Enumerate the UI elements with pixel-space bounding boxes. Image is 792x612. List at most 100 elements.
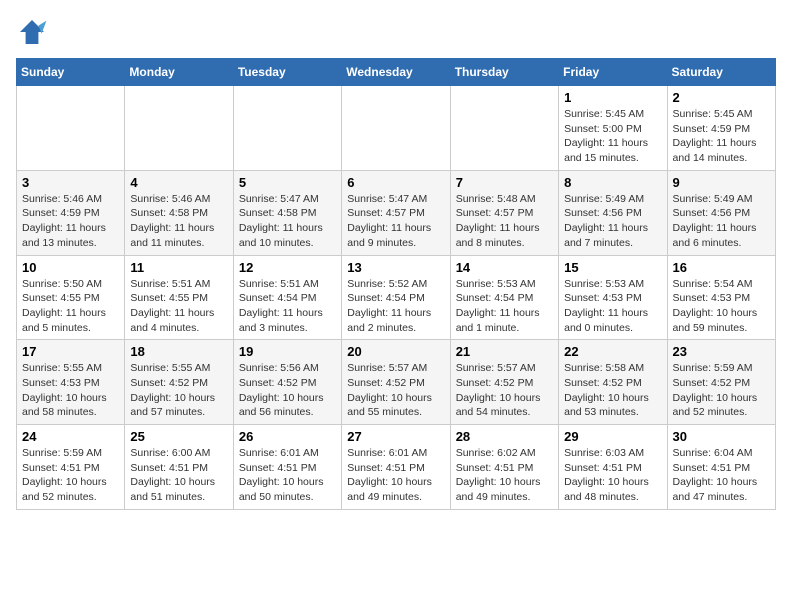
calendar-cell: 12 Sunrise: 5:51 AMSunset: 4:54 PMDayligh…: [233, 255, 341, 340]
day-number: 26: [239, 429, 336, 444]
logo: [16, 16, 52, 48]
day-info: Sunrise: 5:51 AMSunset: 4:54 PMDaylight:…: [239, 277, 336, 336]
day-number: 2: [673, 90, 770, 105]
day-info: Sunrise: 6:03 AMSunset: 4:51 PMDaylight:…: [564, 446, 661, 505]
day-number: 20: [347, 344, 444, 359]
calendar-cell: 14 Sunrise: 5:53 AMSunset: 4:54 PMDayligh…: [450, 255, 558, 340]
calendar-cell: 29 Sunrise: 6:03 AMSunset: 4:51 PMDayligh…: [559, 425, 667, 510]
day-number: 1: [564, 90, 661, 105]
weekday-header: Saturday: [667, 59, 775, 86]
calendar-cell: 19 Sunrise: 5:56 AMSunset: 4:52 PMDayligh…: [233, 340, 341, 425]
day-info: Sunrise: 5:49 AMSunset: 4:56 PMDaylight:…: [673, 192, 770, 251]
calendar-week-row: 24 Sunrise: 5:59 AMSunset: 4:51 PMDayligh…: [17, 425, 776, 510]
day-info: Sunrise: 5:46 AMSunset: 4:58 PMDaylight:…: [130, 192, 227, 251]
calendar-cell: 24 Sunrise: 5:59 AMSunset: 4:51 PMDayligh…: [17, 425, 125, 510]
calendar-cell: 2 Sunrise: 5:45 AMSunset: 4:59 PMDaylight…: [667, 86, 775, 171]
day-number: 6: [347, 175, 444, 190]
day-number: 24: [22, 429, 119, 444]
day-number: 3: [22, 175, 119, 190]
calendar-cell: 4Sunrise: 5:46 AMSunset: 4:58 PMDaylight…: [125, 170, 233, 255]
calendar-cell: 7 Sunrise: 5:48 AMSunset: 4:57 PMDaylight…: [450, 170, 558, 255]
day-info: Sunrise: 5:53 AMSunset: 4:54 PMDaylight:…: [456, 277, 553, 336]
day-number: 30: [673, 429, 770, 444]
calendar-cell: 20Sunrise: 5:57 AMSunset: 4:52 PMDayligh…: [342, 340, 450, 425]
calendar-cell: 17Sunrise: 5:55 AMSunset: 4:53 PMDayligh…: [17, 340, 125, 425]
day-info: Sunrise: 6:01 AMSunset: 4:51 PMDaylight:…: [347, 446, 444, 505]
calendar-week-row: 10 Sunrise: 5:50 AMSunset: 4:55 PMDayligh…: [17, 255, 776, 340]
calendar-cell: 21 Sunrise: 5:57 AMSunset: 4:52 PMDayligh…: [450, 340, 558, 425]
calendar-cell: 26 Sunrise: 6:01 AMSunset: 4:51 PMDayligh…: [233, 425, 341, 510]
day-info: Sunrise: 6:02 AMSunset: 4:51 PMDaylight:…: [456, 446, 553, 505]
day-number: 29: [564, 429, 661, 444]
calendar-cell: [342, 86, 450, 171]
weekday-header: Friday: [559, 59, 667, 86]
day-number: 8: [564, 175, 661, 190]
day-info: Sunrise: 5:47 AMSunset: 4:58 PMDaylight:…: [239, 192, 336, 251]
weekday-header: Monday: [125, 59, 233, 86]
calendar: SundayMondayTuesdayWednesdayThursdayFrid…: [16, 58, 776, 510]
weekday-header: Wednesday: [342, 59, 450, 86]
calendar-week-row: 17Sunrise: 5:55 AMSunset: 4:53 PMDayligh…: [17, 340, 776, 425]
day-info: Sunrise: 5:47 AMSunset: 4:57 PMDaylight:…: [347, 192, 444, 251]
weekday-header-row: SundayMondayTuesdayWednesdayThursdayFrid…: [17, 59, 776, 86]
day-info: Sunrise: 5:48 AMSunset: 4:57 PMDaylight:…: [456, 192, 553, 251]
logo-icon: [16, 16, 48, 48]
day-info: Sunrise: 5:59 AMSunset: 4:52 PMDaylight:…: [673, 361, 770, 420]
calendar-cell: 10 Sunrise: 5:50 AMSunset: 4:55 PMDayligh…: [17, 255, 125, 340]
day-info: Sunrise: 5:53 AMSunset: 4:53 PMDaylight:…: [564, 277, 661, 336]
day-number: 9: [673, 175, 770, 190]
calendar-cell: 5 Sunrise: 5:47 AMSunset: 4:58 PMDaylight…: [233, 170, 341, 255]
day-info: Sunrise: 5:56 AMSunset: 4:52 PMDaylight:…: [239, 361, 336, 420]
day-number: 11: [130, 260, 227, 275]
calendar-cell: 6 Sunrise: 5:47 AMSunset: 4:57 PMDaylight…: [342, 170, 450, 255]
calendar-cell: 28 Sunrise: 6:02 AMSunset: 4:51 PMDayligh…: [450, 425, 558, 510]
day-number: 12: [239, 260, 336, 275]
day-info: Sunrise: 5:46 AMSunset: 4:59 PMDaylight:…: [22, 192, 119, 251]
day-number: 5: [239, 175, 336, 190]
calendar-cell: 13 Sunrise: 5:52 AMSunset: 4:54 PMDayligh…: [342, 255, 450, 340]
day-info: Sunrise: 5:45 AMSunset: 4:59 PMDaylight:…: [673, 107, 770, 166]
day-number: 15: [564, 260, 661, 275]
day-number: 18: [130, 344, 227, 359]
day-info: Sunrise: 5:59 AMSunset: 4:51 PMDaylight:…: [22, 446, 119, 505]
day-number: 23: [673, 344, 770, 359]
calendar-cell: 23 Sunrise: 5:59 AMSunset: 4:52 PMDayligh…: [667, 340, 775, 425]
day-info: Sunrise: 5:51 AMSunset: 4:55 PMDaylight:…: [130, 277, 227, 336]
day-info: Sunrise: 5:55 AMSunset: 4:52 PMDaylight:…: [130, 361, 227, 420]
day-number: 28: [456, 429, 553, 444]
day-number: 13: [347, 260, 444, 275]
calendar-cell: 30 Sunrise: 6:04 AMSunset: 4:51 PMDayligh…: [667, 425, 775, 510]
calendar-cell: 9 Sunrise: 5:49 AMSunset: 4:56 PMDaylight…: [667, 170, 775, 255]
weekday-header: Sunday: [17, 59, 125, 86]
calendar-cell: 16 Sunrise: 5:54 AMSunset: 4:53 PMDayligh…: [667, 255, 775, 340]
calendar-week-row: 1 Sunrise: 5:45 AMSunset: 5:00 PMDaylight…: [17, 86, 776, 171]
day-info: Sunrise: 5:45 AMSunset: 5:00 PMDaylight:…: [564, 107, 661, 166]
day-info: Sunrise: 5:55 AMSunset: 4:53 PMDaylight:…: [22, 361, 119, 420]
calendar-cell: 1 Sunrise: 5:45 AMSunset: 5:00 PMDaylight…: [559, 86, 667, 171]
calendar-cell: 8Sunrise: 5:49 AMSunset: 4:56 PMDaylight…: [559, 170, 667, 255]
calendar-cell: [125, 86, 233, 171]
calendar-cell: 22Sunrise: 5:58 AMSunset: 4:52 PMDayligh…: [559, 340, 667, 425]
day-info: Sunrise: 5:50 AMSunset: 4:55 PMDaylight:…: [22, 277, 119, 336]
day-number: 10: [22, 260, 119, 275]
day-info: Sunrise: 6:04 AMSunset: 4:51 PMDaylight:…: [673, 446, 770, 505]
calendar-cell: [17, 86, 125, 171]
day-number: 19: [239, 344, 336, 359]
calendar-week-row: 3 Sunrise: 5:46 AMSunset: 4:59 PMDaylight…: [17, 170, 776, 255]
day-number: 7: [456, 175, 553, 190]
calendar-cell: 25Sunrise: 6:00 AMSunset: 4:51 PMDayligh…: [125, 425, 233, 510]
weekday-header: Thursday: [450, 59, 558, 86]
day-number: 25: [130, 429, 227, 444]
day-info: Sunrise: 6:01 AMSunset: 4:51 PMDaylight:…: [239, 446, 336, 505]
day-number: 21: [456, 344, 553, 359]
weekday-header: Tuesday: [233, 59, 341, 86]
day-info: Sunrise: 5:54 AMSunset: 4:53 PMDaylight:…: [673, 277, 770, 336]
day-info: Sunrise: 5:52 AMSunset: 4:54 PMDaylight:…: [347, 277, 444, 336]
day-number: 14: [456, 260, 553, 275]
day-number: 16: [673, 260, 770, 275]
calendar-cell: 11 Sunrise: 5:51 AMSunset: 4:55 PMDayligh…: [125, 255, 233, 340]
calendar-cell: 15 Sunrise: 5:53 AMSunset: 4:53 PMDayligh…: [559, 255, 667, 340]
calendar-cell: 3 Sunrise: 5:46 AMSunset: 4:59 PMDaylight…: [17, 170, 125, 255]
day-info: Sunrise: 5:57 AMSunset: 4:52 PMDaylight:…: [456, 361, 553, 420]
calendar-cell: 18 Sunrise: 5:55 AMSunset: 4:52 PMDayligh…: [125, 340, 233, 425]
